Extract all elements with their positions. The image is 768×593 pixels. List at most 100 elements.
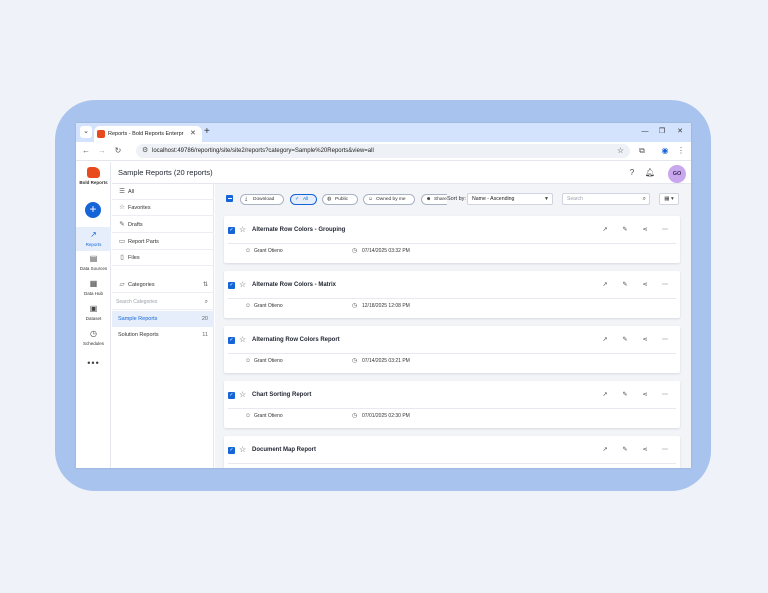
report-checkbox[interactable]: ✓ <box>228 227 235 234</box>
report-checkbox[interactable]: ✓ <box>228 337 235 344</box>
edit-icon[interactable]: ✎ <box>620 445 630 455</box>
data-hub-icon: ▦ <box>89 279 98 288</box>
minimize-icon[interactable]: — <box>639 126 651 138</box>
browser-tab[interactable]: Reports - Bold Reports Enterpr ✕ <box>94 126 202 142</box>
filter-all[interactable]: ☰ All <box>112 184 214 200</box>
page-header: Sample Reports (20 reports) ? 🔔︎ GO <box>112 162 691 184</box>
report-checkbox[interactable]: ✓ <box>228 447 235 454</box>
tab-close-icon[interactable]: ✕ <box>190 128 196 140</box>
user-avatar[interactable]: GO <box>668 165 686 183</box>
search-icon[interactable]: ⌕ <box>643 195 646 204</box>
category-solution-reports[interactable]: Solution Reports 11 <box>112 327 214 343</box>
forward-icon[interactable]: → <box>96 145 108 157</box>
back-icon[interactable]: ← <box>80 145 92 157</box>
report-card[interactable]: ✓ ☆ Document Map Report ↗ ✎ ⋖ ⋯ <box>224 436 680 468</box>
tab-strip: ⌄ Reports - Bold Reports Enterpr ✕ + — ❐… <box>76 123 691 142</box>
nav-item-reports[interactable]: ↗ Reports <box>76 227 111 251</box>
edit-icon[interactable]: ✎ <box>620 390 630 400</box>
new-tab-icon[interactable]: + <box>204 125 210 139</box>
report-card[interactable]: ✓ ☆ Alternate Row Colors - Matrix ↗ ✎ ⋖ … <box>224 271 680 318</box>
edit-icon[interactable]: ✎ <box>620 335 630 345</box>
open-external-icon[interactable]: ↗ <box>600 280 610 290</box>
report-checkbox[interactable]: ✓ <box>228 282 235 289</box>
sort-dropdown[interactable]: Name - Ascending ▼ <box>467 193 553 205</box>
nav-item-schedules[interactable]: ◷ Schedules <box>76 326 111 350</box>
favorite-star-icon[interactable]: ☆ <box>239 389 246 401</box>
open-external-icon[interactable]: ↗ <box>600 390 610 400</box>
more-actions-icon[interactable]: ⋯ <box>660 390 670 400</box>
browser-menu-icon[interactable]: ⋮ <box>675 145 687 157</box>
sort-categories-icon[interactable]: ⇅ <box>203 280 208 290</box>
page-title: Sample Reports (20 reports) <box>118 168 213 177</box>
bookmark-star-icon[interactable]: ☆ <box>617 145 624 157</box>
grid-view-icon: ▦ ▾ <box>664 196 674 202</box>
favorite-star-icon[interactable]: ☆ <box>239 279 246 291</box>
filter-chip-owned-by-me[interactable]: ☺ Owned by me <box>363 194 415 205</box>
download-button[interactable]: ⤓ Download <box>240 194 284 205</box>
more-options-icon[interactable]: ••• <box>76 358 111 368</box>
more-actions-icon[interactable]: ⋯ <box>660 225 670 235</box>
category-search[interactable]: Search Categories ⌕ <box>112 294 214 310</box>
report-checkbox[interactable]: ✓ <box>228 392 235 399</box>
card-divider <box>228 463 676 464</box>
open-external-icon[interactable]: ↗ <box>600 335 610 345</box>
filter-favorites[interactable]: ☆ Favorites <box>112 200 214 216</box>
share-icon[interactable]: ⋖ <box>640 390 650 400</box>
nav-item-data-hub[interactable]: ▦ Data Hub <box>76 276 111 300</box>
report-title[interactable]: Alternate Row Colors - Matrix <box>252 280 336 290</box>
share-icon[interactable]: ⋖ <box>640 225 650 235</box>
site-info-icon[interactable]: ⚙ <box>142 145 148 157</box>
filter-chip-all[interactable]: ✓ All <box>290 194 317 205</box>
extensions-icon[interactable]: ⧉ <box>636 145 648 157</box>
category-sample-reports[interactable]: Sample Reports 20 <box>112 311 214 327</box>
filter-chip-public[interactable]: ◍ Public <box>322 194 358 205</box>
more-actions-icon[interactable]: ⋯ <box>660 445 670 455</box>
sort-by-label: Sort by: <box>447 196 466 202</box>
report-search-input[interactable]: Search ⌕ <box>562 193 650 205</box>
maximize-icon[interactable]: ❐ <box>656 126 668 138</box>
url-bar[interactable]: ⚙ localhost:49786/reporting/site/site2/r… <box>136 144 630 158</box>
share-icon[interactable]: ⋖ <box>640 335 650 345</box>
report-title[interactable]: Alternate Row Colors - Grouping <box>252 225 345 235</box>
close-window-icon[interactable]: ✕ <box>674 126 686 138</box>
report-card[interactable]: ✓ ☆ Chart Sorting Report ↗ ✎ ⋖ ⋯ ☺ Grant… <box>224 381 680 428</box>
report-owner: Grant Otieno <box>254 303 283 309</box>
report-title[interactable]: Document Map Report <box>252 445 316 455</box>
profile-icon[interactable]: ◉ <box>659 145 671 157</box>
filter-chip-shared-with[interactable]: ☻ Shared with <box>421 194 447 205</box>
more-actions-icon[interactable]: ⋯ <box>660 335 670 345</box>
view-toggle-button[interactable]: ▦ ▾ <box>659 193 679 205</box>
report-modified-date: 12/18/2025 12:08 PM <box>362 303 410 309</box>
clock-icon: ◷ <box>352 303 358 309</box>
nav-item-dataset[interactable]: ▣ Dataset <box>76 301 111 325</box>
reload-icon[interactable]: ↻ <box>112 145 124 157</box>
open-external-icon[interactable]: ↗ <box>600 225 610 235</box>
filter-drafts[interactable]: ✎ Drafts <box>112 217 214 233</box>
open-external-icon[interactable]: ↗ <box>600 445 610 455</box>
owner-icon: ☺ <box>245 358 252 364</box>
report-title[interactable]: Alternating Row Colors Report <box>252 335 340 345</box>
edit-icon[interactable]: ✎ <box>620 280 630 290</box>
favorite-star-icon[interactable]: ☆ <box>239 444 246 456</box>
tab-search-icon[interactable]: ⌄ <box>80 126 92 138</box>
select-all-checkbox[interactable] <box>226 195 233 202</box>
report-title[interactable]: Chart Sorting Report <box>252 390 311 400</box>
favorite-star-icon[interactable]: ☆ <box>239 224 246 236</box>
favorite-star-icon[interactable]: ☆ <box>239 334 246 346</box>
report-card[interactable]: ✓ ☆ Alternating Row Colors Report ↗ ✎ ⋖ … <box>224 326 680 373</box>
search-icon[interactable]: ⌕ <box>205 297 208 307</box>
share-icon[interactable]: ⋖ <box>640 280 650 290</box>
categories-header[interactable]: ▱ Categories ⇅ <box>112 277 214 293</box>
edit-icon[interactable]: ✎ <box>620 225 630 235</box>
filter-files[interactable]: ▯ Files <box>112 250 214 266</box>
share-icon[interactable]: ⋖ <box>640 445 650 455</box>
help-icon[interactable]: ? <box>626 167 638 179</box>
report-toolbar: ⤓ Download ✓ All ◍ Public ☺ Owned by me … <box>215 184 691 212</box>
more-actions-icon[interactable]: ⋯ <box>660 280 670 290</box>
report-card[interactable]: ✓ ☆ Alternate Row Colors - Grouping ↗ ✎ … <box>224 216 680 263</box>
notification-bell-icon[interactable]: 🔔︎ <box>644 167 656 179</box>
create-button[interactable]: + <box>85 202 101 218</box>
nav-item-data-sources[interactable]: ▤ Data Sources <box>76 251 111 275</box>
filter-report-parts[interactable]: ▭ Report Parts <box>112 234 214 250</box>
check-icon: ✓ <box>295 196 300 202</box>
